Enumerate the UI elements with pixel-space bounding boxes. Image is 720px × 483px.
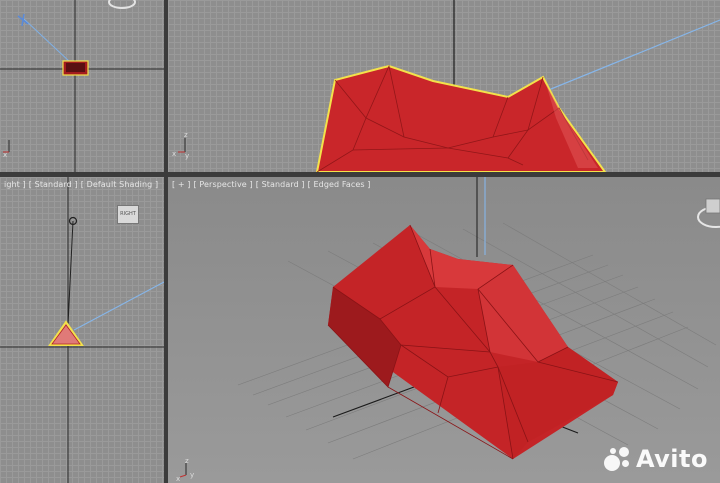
light-direction-line [23,18,71,63]
viewport-perspective-mode[interactable]: [ Edged Faces ] [308,180,371,189]
viewport-perspective[interactable]: z x y [ + ][ Perspective ][ Standard ][ … [168,177,720,483]
viewport-top-canvas: x [0,0,164,172]
avito-logo-icon [603,445,632,473]
svg-text:z: z [184,131,188,139]
svg-text:y: y [190,471,194,479]
svg-text:x: x [172,150,176,158]
axis-tripod-icon: z x y [172,131,189,160]
svg-text:x: x [176,475,180,483]
viewport-top[interactable]: x [0,0,164,172]
viewport-right-label[interactable]: ight ][ Standard ][ Default Shading ] [4,180,161,189]
avito-watermark: Avito [603,445,708,473]
viewport-right[interactable]: ight ][ Standard ][ Default Shading ] RI… [0,177,164,483]
svg-text:y: y [185,152,189,160]
axis-tripod-icon: x [3,140,10,159]
viewport-perspective-canvas: z x y [168,177,720,483]
light-icon [17,13,29,27]
viewport-front[interactable]: z x y [168,0,720,172]
svg-text:x: x [3,151,7,159]
viewport-perspective-label[interactable]: [ + ][ Perspective ][ Standard ][ Edged … [172,180,373,189]
viewcube-right[interactable]: RIGHT [117,205,139,224]
viewport-right-view[interactable]: ight ] [4,180,26,189]
viewport-menu-plus[interactable]: [ + ] [172,180,191,189]
svg-text:z: z [185,457,189,465]
orbit-gizmo-icon [108,0,136,9]
viewport-right-canvas [0,177,164,483]
light-direction-line [73,281,164,331]
viewport-perspective-shading[interactable]: [ Standard ] [256,180,305,189]
avito-wordmark: Avito [635,445,708,473]
viewport-right-mode[interactable]: [ Default Shading ] [81,180,159,189]
viewport-right-shading[interactable]: [ Standard ] [29,180,78,189]
viewport-front-canvas: z x y [172,0,720,172]
viewport-perspective-view[interactable]: [ Perspective ] [194,180,253,189]
